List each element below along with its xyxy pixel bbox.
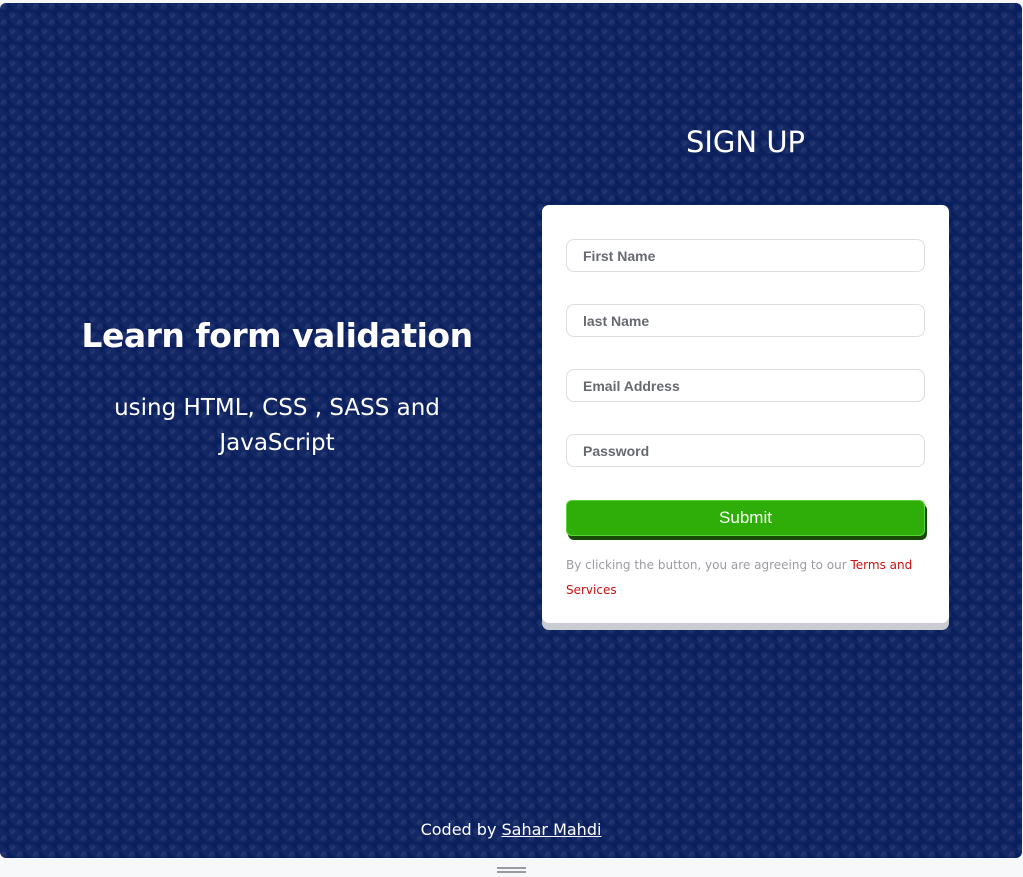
hero-subtitle: using HTML, CSS , SASS and JavaScript [114,395,440,456]
hero-section: Learn form validation using HTML, CSS , … [40,313,514,461]
page-background: Learn form validation using HTML, CSS , … [0,3,1022,858]
terms-text: By clicking the button, you are agreeing… [566,558,847,572]
submit-button[interactable]: Submit [566,500,925,536]
password-input[interactable] [566,434,925,467]
footer-prefix: Coded by [420,820,497,839]
first-name-input[interactable] [566,239,925,272]
signup-form-card: Submit By clicking the button, you are a… [542,205,949,623]
email-input[interactable] [566,369,925,402]
author-link[interactable]: Sahar Mahdi [502,820,602,839]
last-name-input[interactable] [566,304,925,337]
terms-notice: By clicking the button, you are agreeing… [566,553,925,603]
signup-title: SIGN UP [685,125,806,159]
footer: Coded by Sahar Mahdi [0,818,1022,842]
hero-title: Learn form validation [81,316,473,355]
drag-handle-icon[interactable] [497,867,526,873]
